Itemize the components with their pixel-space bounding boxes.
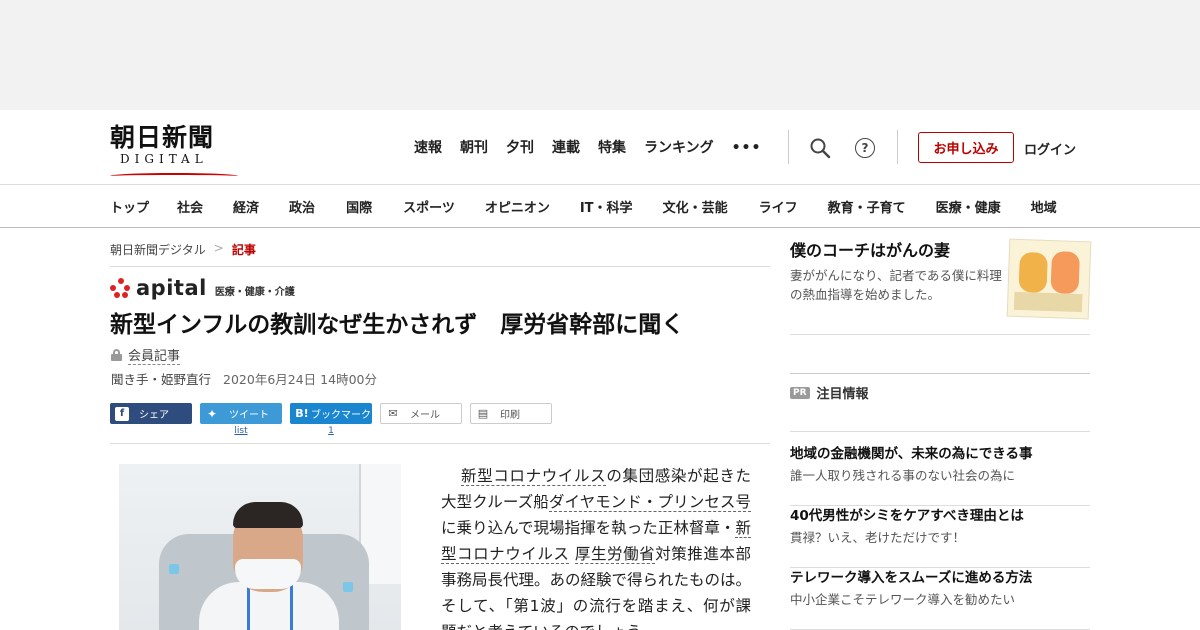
pr-header: PR 注目情報 — [790, 373, 1090, 402]
twitter-count[interactable]: list — [200, 426, 282, 436]
byline: 聞き手・姫野直行 2020年6月24日 14時00分 — [111, 369, 377, 388]
promo-card[interactable]: 僕のコーチはがんの妻 妻ががんになり、記者である僕に料理の熱血指導を始めました。 — [790, 238, 1092, 335]
breadcrumb-divider — [110, 266, 770, 267]
facebook-share-button[interactable]: f シェア — [110, 403, 192, 424]
header-nav: 速報 朝刊 夕刊 連載 特集 ランキング ••• — [414, 138, 761, 158]
twitter-share-label: ツイート — [229, 410, 269, 421]
author: 聞き手・姫野直行 — [111, 372, 212, 387]
article-photo[interactable] — [119, 464, 401, 630]
apital-logo-icon — [110, 278, 132, 298]
print-icon: ▤ — [477, 407, 489, 420]
facebook-share-label: シェア — [139, 410, 169, 421]
logo-arc — [110, 173, 238, 179]
article-headline: 新型インフルの教訓なぜ生かされず 厚労省幹部に聞く — [110, 312, 685, 338]
mail-button[interactable]: ✉ メール — [380, 403, 462, 424]
header-divider — [788, 130, 789, 164]
category-medical[interactable]: 医療・健康 — [936, 197, 1001, 216]
search-icon[interactable] — [808, 136, 832, 160]
pr-item[interactable]: テレワーク導入をスムーズに進める方法 中小企業こそテレワーク導入を勧めたい — [790, 568, 1090, 630]
category-top[interactable]: トップ — [110, 197, 149, 216]
header-nav-choukan[interactable]: 朝刊 — [460, 138, 488, 158]
promo-text: 妻ががんになり、記者である僕に料理の熱血指導を始めました。 — [790, 268, 1002, 302]
pr-item[interactable]: 40代男性がシミをケアすべき理由とは 貫禄？いえ、老けただけです！ — [790, 506, 1090, 568]
header-nav-rensai[interactable]: 連載 — [552, 138, 580, 158]
category-nav: トップ 社会 経済 政治 国際 スポーツ オピニオン IT・科学 文化・芸能 ラ… — [0, 184, 1200, 228]
category-life[interactable]: ライフ — [759, 197, 798, 216]
pr-item-desc: 誰一人取り残される事のない社会の為に — [790, 468, 1016, 483]
twitter-share-button[interactable]: ✦ ツイート list — [200, 403, 282, 436]
login-link[interactable]: ログイン — [1024, 139, 1076, 158]
publish-date: 2020年6月24日 14時00分 — [223, 372, 377, 387]
pr-item-desc: 中小企業こそテレワーク導入を勧めたい — [790, 592, 1016, 607]
category-region[interactable]: 地域 — [1031, 197, 1057, 216]
breadcrumb: 朝日新聞デジタル > 記事 — [110, 241, 256, 258]
category-politics[interactable]: 政治 — [289, 197, 315, 216]
ad-area — [0, 0, 1200, 110]
help-icon[interactable]: ? — [853, 136, 877, 160]
mail-icon: ✉ — [388, 407, 398, 420]
promo-illustration — [1006, 238, 1092, 320]
pr-tag: PR — [790, 386, 810, 399]
category-society[interactable]: 社会 — [177, 197, 203, 216]
pr-label: 注目情報 — [816, 387, 869, 402]
header-nav-ranking[interactable]: ランキング — [644, 138, 714, 158]
hatena-bookmark-button[interactable]: B! ブックマーク 1 — [290, 403, 372, 436]
breadcrumb-current[interactable]: 記事 — [232, 241, 256, 258]
logo-subtitle: DIGITAL — [110, 152, 240, 175]
print-button[interactable]: ▤ 印刷 — [470, 403, 552, 424]
pr-item-desc: 貫禄？いえ、老けただけです！ — [790, 530, 966, 545]
pr-item-title: テレワーク導入をスムーズに進める方法 — [790, 570, 1033, 586]
category-international[interactable]: 国際 — [346, 197, 372, 216]
print-label: 印刷 — [500, 410, 520, 421]
keyword-link[interactable]: 新型コロナウイルス — [461, 467, 607, 486]
hatena-count[interactable]: 1 — [290, 426, 372, 436]
section-subtitle: 医療・健康・介護 — [214, 286, 295, 298]
header-divider-2 — [897, 130, 898, 164]
hatena-icon: B! — [295, 407, 309, 420]
pr-item-title: 40代男性がシミをケアすべき理由とは — [790, 508, 1024, 524]
category-culture[interactable]: 文化・芸能 — [663, 197, 728, 216]
category-sports[interactable]: スポーツ — [403, 197, 455, 216]
keyword-link[interactable]: ダイヤモンド・プリンセス号 — [548, 493, 751, 512]
breadcrumb-home[interactable]: 朝日新聞デジタル — [110, 241, 206, 258]
more-dots-icon[interactable]: ••• — [732, 140, 762, 156]
category-economy[interactable]: 経済 — [233, 197, 259, 216]
category-opinion[interactable]: オピニオン — [485, 197, 550, 216]
site-logo[interactable]: 朝日新聞 DIGITAL — [110, 123, 240, 175]
logo-title: 朝日新聞 — [110, 123, 215, 152]
twitter-icon: ✦ — [206, 406, 218, 421]
member-article-badge[interactable]: 会員記事 — [111, 345, 181, 365]
article-body: 新型コロナウイルスの集団感染が起きた大型クルーズ船ダイヤモンド・プリンセス号に乗… — [441, 463, 751, 630]
pr-divider — [790, 431, 1090, 432]
pr-item-title: 地域の金融機関が、未来の為にできる事 — [790, 446, 1033, 462]
category-education[interactable]: 教育・子育て — [828, 197, 906, 216]
hatena-label: ブックマーク — [311, 410, 371, 421]
logo-subtitle-text: DIGITAL — [120, 152, 208, 166]
keyword-link[interactable]: 厚生労働省 — [574, 545, 656, 564]
pr-item[interactable]: 地域の金融機関が、未来の為にできる事 誰一人取り残される事のない社会の為に — [790, 444, 1090, 506]
mail-label: メール — [410, 410, 440, 421]
share-buttons: f シェア ✦ ツイート list B! ブックマーク 1 ✉ メール ▤ 印刷 — [110, 403, 552, 436]
article-text-part: に乗り込んで現場指揮を執った正林督章・ — [441, 519, 736, 537]
header-nav-sokuho[interactable]: 速報 — [414, 138, 442, 158]
header-nav-tokushu[interactable]: 特集 — [598, 138, 626, 158]
header-nav-yuukan[interactable]: 夕刊 — [506, 138, 534, 158]
member-label: 会員記事 — [128, 345, 181, 365]
section-brand[interactable]: apital 医療・健康・介護 — [110, 277, 295, 299]
share-divider — [110, 443, 770, 444]
lock-icon — [111, 349, 122, 361]
category-it-science[interactable]: IT・科学 — [580, 197, 633, 216]
facebook-icon: f — [115, 406, 129, 421]
signup-button[interactable]: お申し込み — [918, 132, 1014, 163]
section-brand-name: apital — [136, 276, 207, 300]
breadcrumb-separator-icon: > — [213, 241, 224, 255]
